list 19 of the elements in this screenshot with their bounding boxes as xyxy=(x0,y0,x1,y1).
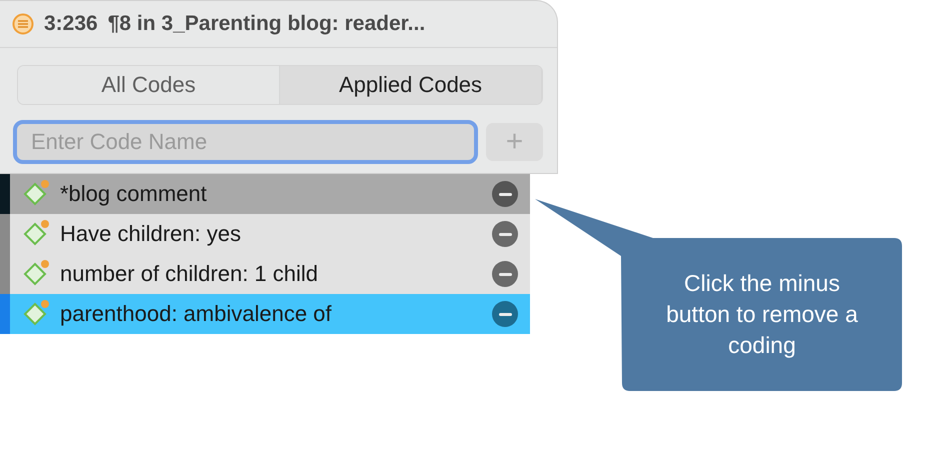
code-row[interactable]: number of children: 1 child xyxy=(0,254,530,294)
code-row[interactable]: parenthood: ambivalence of xyxy=(0,294,530,334)
remove-button[interactable] xyxy=(492,221,518,247)
code-name: number of children: 1 child xyxy=(60,261,320,287)
tab[interactable]: Applied Codes xyxy=(280,66,542,104)
window-title-id: 3:236 xyxy=(44,12,98,36)
remove-button[interactable] xyxy=(492,301,518,327)
code-name: parenthood: ambivalence of xyxy=(60,301,333,327)
remove-button[interactable] xyxy=(492,181,518,207)
text-input[interactable]: Enter Code Name xyxy=(29,128,462,156)
code-row[interactable]: *blog comment xyxy=(0,174,530,214)
tab[interactable]: All Codes xyxy=(18,66,280,104)
code-name-field[interactable]: Enter Code Name xyxy=(13,120,478,164)
remove-button[interactable] xyxy=(492,261,518,287)
window-title: ¶8 in 3_Parenting blog: reader... xyxy=(108,12,426,36)
code-name: Have children: yes xyxy=(60,221,242,247)
code-name: *blog comment xyxy=(60,181,208,207)
callout-text: Click the minus button to remove a coding xyxy=(665,268,859,360)
code-row[interactable]: Have children: yes xyxy=(0,214,530,254)
